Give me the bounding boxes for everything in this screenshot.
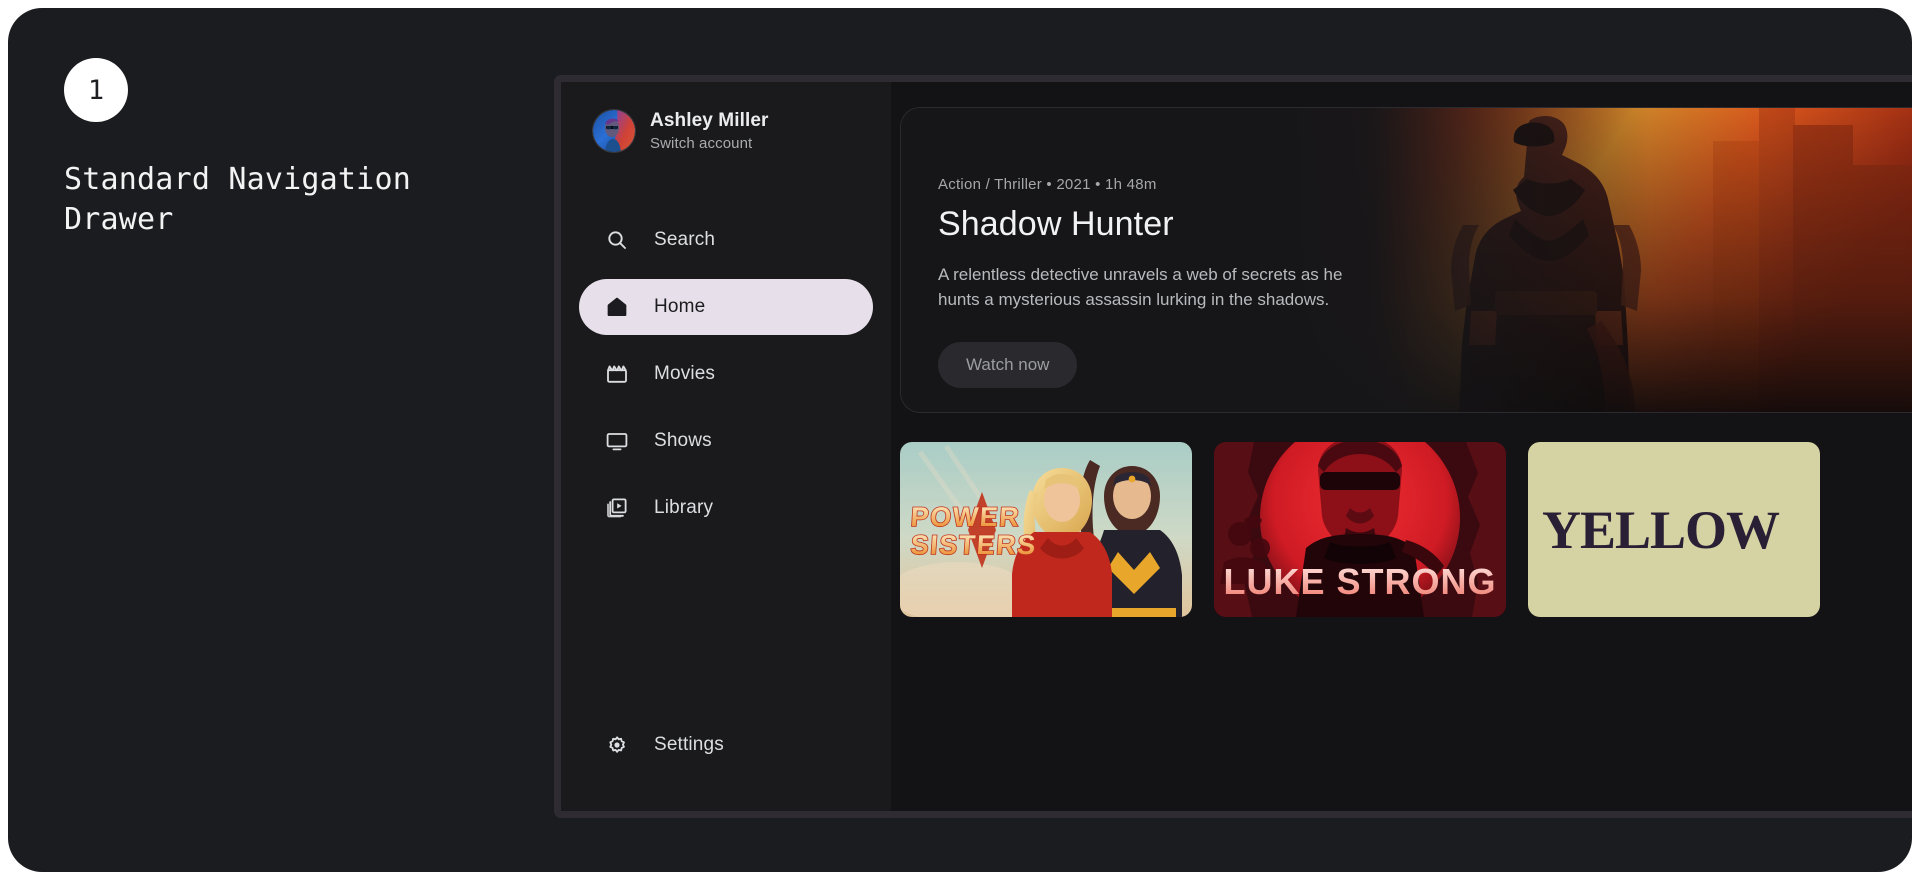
account-name: Ashley Miller [650,110,769,131]
sidebar-item-settings[interactable]: Settings [579,717,873,773]
sidebar-item-label: Movies [654,363,716,384]
navigation-drawer: Ashley Miller Switch account Search Home… [561,82,891,811]
sidebar-item-label: Search [654,229,716,250]
sidebar-item-label: Settings [654,734,724,755]
switch-account-label[interactable]: Switch account [650,135,769,152]
page-canvas: 1 Standard Navigation Drawer Ashley Mill… [8,8,1912,872]
annotation-block: 1 Standard Navigation Drawer [64,58,444,239]
content-area: Action / Thriller • 2021 • 1h 48m Shadow… [891,82,1912,811]
device-screen: Ashley Miller Switch account Search Home… [561,82,1912,811]
sidebar-item-label: Home [654,296,706,317]
gear-icon [605,733,629,757]
tv-icon [605,429,629,453]
poster-card-row: POWER SISTERS LUKE STRONG YELLOW [900,442,1912,617]
poster-card-yellow[interactable]: YELLOW [1528,442,1820,617]
hero-description: A relentless detective unravels a web of… [938,265,1343,310]
svg-text:POWER: POWER [910,502,1022,532]
avatar[interactable] [593,110,635,152]
search-icon [605,228,629,252]
svg-text:LUKE STRONG: LUKE STRONG [1223,561,1496,602]
clapperboard-icon [605,362,629,386]
poster-card-power-sisters[interactable]: POWER SISTERS [900,442,1192,617]
device-frame: Ashley Miller Switch account Search Home… [554,75,1912,818]
sidebar-item-movies[interactable]: Movies [579,346,873,402]
svg-text:SISTERS: SISTERS [910,530,1038,560]
hero-text-block: Action / Thriller • 2021 • 1h 48m Shadow… [901,108,1371,389]
sidebar-item-library[interactable]: Library [579,480,873,536]
nav-list: Search Home Movies Shows Library [561,212,891,536]
sidebar-item-search[interactable]: Search [579,212,873,268]
video-library-icon [605,496,629,520]
hero-card[interactable]: Action / Thriller • 2021 • 1h 48m Shadow… [900,107,1912,413]
step-number-badge: 1 [64,58,128,122]
svg-text:YELLOW: YELLOW [1542,500,1780,560]
sidebar-item-shows[interactable]: Shows [579,413,873,469]
sidebar-item-home[interactable]: Home [579,279,873,335]
hero-meta: Action / Thriller • 2021 • 1h 48m [938,176,1157,193]
settings-section: Settings [561,717,891,773]
sidebar-item-label: Shows [654,430,712,451]
hero-title: Shadow Hunter [938,205,1174,243]
sidebar-item-label: Library [654,497,714,518]
poster-card-luke-strong[interactable]: LUKE STRONG [1214,442,1506,617]
account-switcher[interactable]: Ashley Miller Switch account [561,82,891,152]
home-icon [605,295,629,319]
watch-now-button[interactable]: Watch now [938,342,1078,389]
annotation-title: Standard Navigation Drawer [64,162,411,237]
